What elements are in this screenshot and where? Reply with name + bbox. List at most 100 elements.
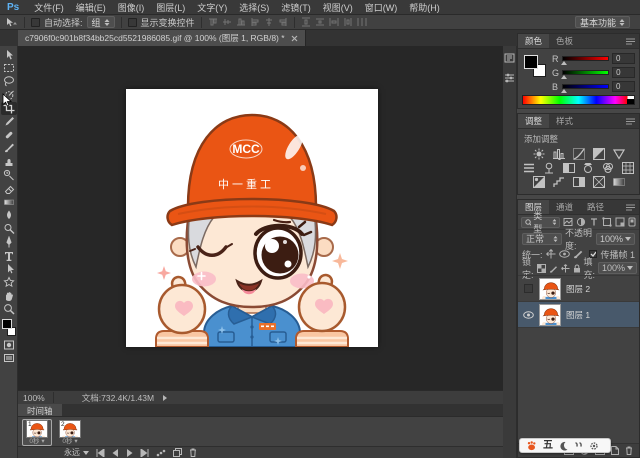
marquee-tool[interactable] — [1, 61, 17, 74]
delete-layer-icon[interactable] — [625, 446, 633, 455]
align-top-edges-icon[interactable] — [208, 17, 218, 27]
distribute-left-edges-icon[interactable] — [343, 17, 353, 27]
type-tool[interactable] — [1, 249, 17, 262]
menu-file[interactable]: 文件(F) — [28, 1, 70, 14]
blend-mode-dropdown[interactable]: 正常 — [522, 233, 562, 245]
tab-color[interactable]: 颜色 — [518, 34, 549, 48]
layer-thumbnail[interactable] — [539, 304, 561, 326]
hand-tool[interactable] — [1, 289, 17, 302]
lock-all-icon[interactable] — [573, 264, 581, 273]
punctuation-mode-icon[interactable] — [574, 441, 583, 450]
menu-view[interactable]: 视图(V) — [317, 1, 359, 14]
blue-slider[interactable] — [562, 84, 609, 89]
ime-mode-indicator[interactable]: 五 — [543, 441, 553, 451]
eyedropper-tool[interactable] — [1, 115, 17, 128]
eraser-tool[interactable] — [1, 182, 17, 195]
move-tool-preset-icon[interactable] — [4, 17, 18, 28]
spot-healing-brush-tool[interactable] — [1, 128, 17, 141]
invert-icon[interactable] — [532, 176, 545, 188]
color-spectrum-ramp[interactable] — [522, 95, 635, 105]
visibility-toggle[interactable] — [522, 309, 534, 321]
panel-menu-icon[interactable] — [622, 200, 639, 214]
loop-count-dropdown[interactable]: 永远 — [64, 447, 89, 458]
duplicate-frame-button[interactable] — [173, 448, 182, 457]
blue-value-field[interactable]: 0 — [612, 81, 635, 92]
brush-tool[interactable] — [1, 142, 17, 155]
frame-delay-dropdown[interactable]: 0秒 ▾ — [29, 438, 44, 445]
path-selection-tool[interactable] — [1, 262, 17, 275]
distribute-top-edges-icon[interactable] — [301, 17, 311, 27]
tab-swatches[interactable]: 色板 — [549, 34, 580, 48]
distribute-horizontal-centers-icon[interactable] — [357, 17, 367, 27]
gradient-tool[interactable] — [1, 195, 17, 208]
align-horizontal-centers-icon[interactable] — [264, 17, 274, 27]
animation-frame-2[interactable]: 2 0秒 ▾ — [55, 419, 85, 446]
tab-paths[interactable]: 路径 — [580, 200, 611, 214]
sogou-logo-icon[interactable] — [526, 441, 537, 451]
channel-mixer-icon[interactable] — [602, 162, 615, 174]
timeline-tab[interactable]: 时间轴 — [18, 404, 62, 416]
tab-adjustments[interactable]: 调整 — [518, 114, 549, 128]
canvas-area[interactable]: MCC 中一重工 — [18, 46, 503, 390]
menu-window[interactable]: 窗口(W) — [359, 1, 404, 14]
custom-shape-tool[interactable] — [1, 276, 17, 289]
red-slider[interactable] — [562, 56, 609, 61]
threshold-icon[interactable] — [572, 176, 585, 188]
new-layer-icon[interactable] — [611, 446, 619, 455]
levels-icon[interactable] — [552, 148, 565, 160]
blur-tool[interactable] — [1, 209, 17, 222]
history-brush-tool[interactable] — [1, 169, 17, 182]
tab-channels[interactable]: 通道 — [549, 200, 580, 214]
menu-layer[interactable]: 图层(L) — [150, 1, 191, 14]
document-tab[interactable]: c7906f0c901b8f34bb25cd5521986085.gif @ 1… — [18, 30, 306, 46]
animation-frame-1[interactable]: 1 0秒 ▾ — [22, 419, 52, 446]
canvas-image[interactable]: MCC 中一重工 — [126, 89, 378, 347]
dodge-tool[interactable] — [1, 222, 17, 235]
delete-frame-button[interactable] — [189, 448, 197, 457]
status-options-arrow-icon[interactable] — [162, 394, 168, 402]
clone-stamp-tool[interactable] — [1, 155, 17, 168]
menu-select[interactable]: 选择(S) — [233, 1, 275, 14]
tab-close-icon[interactable] — [291, 35, 298, 42]
distribute-vertical-centers-icon[interactable] — [315, 17, 325, 27]
align-right-edges-icon[interactable] — [278, 17, 288, 27]
lock-transparency-icon[interactable] — [537, 264, 546, 273]
move-tool[interactable] — [1, 48, 17, 61]
posterize-icon[interactable] — [552, 176, 565, 188]
lock-pixels-icon[interactable] — [549, 264, 558, 273]
opacity-field[interactable]: 100% — [596, 233, 635, 245]
color-balance-icon[interactable] — [543, 162, 556, 174]
unify-visibility-icon[interactable] — [559, 250, 570, 258]
zoom-level-field[interactable]: 100% — [18, 393, 51, 403]
green-slider[interactable] — [562, 70, 609, 75]
fill-field[interactable]: 100% — [598, 262, 637, 274]
menu-filter[interactable]: 滤镜(T) — [275, 1, 317, 14]
selective-color-icon[interactable] — [592, 176, 605, 188]
first-frame-button[interactable] — [96, 449, 105, 457]
brightness-contrast-icon[interactable] — [532, 148, 545, 160]
filter-kind-dropdown[interactable]: 类型 — [521, 217, 560, 228]
foreground-background-swatches[interactable] — [1, 319, 17, 336]
layer-thumbnail[interactable] — [539, 278, 561, 300]
lock-position-icon[interactable] — [561, 264, 570, 273]
gradient-map-icon[interactable] — [612, 176, 625, 188]
filter-shape-layers-icon[interactable] — [602, 217, 612, 227]
curves-icon[interactable] — [572, 148, 585, 160]
halfwidth-moon-icon[interactable] — [559, 441, 568, 451]
tween-button[interactable] — [156, 449, 166, 457]
exposure-icon[interactable] — [592, 148, 605, 160]
menu-type[interactable]: 文字(Y) — [191, 1, 233, 14]
red-value-field[interactable]: 0 — [612, 53, 635, 64]
layer-name[interactable]: 图层 2 — [566, 283, 590, 295]
align-left-edges-icon[interactable] — [250, 17, 260, 27]
auto-select-checkbox[interactable] — [31, 18, 40, 27]
distribute-bottom-edges-icon[interactable] — [329, 17, 339, 27]
black-white-icon[interactable] — [562, 162, 575, 174]
align-bottom-edges-icon[interactable] — [236, 17, 246, 27]
color-lookup-icon[interactable] — [621, 162, 634, 174]
quick-mask-mode-button[interactable] — [1, 338, 17, 351]
previous-frame-button[interactable] — [112, 449, 119, 457]
show-transform-controls-checkbox[interactable] — [128, 18, 137, 27]
filtering-toggle-icon[interactable] — [628, 217, 636, 227]
visibility-toggle[interactable] — [522, 283, 534, 295]
